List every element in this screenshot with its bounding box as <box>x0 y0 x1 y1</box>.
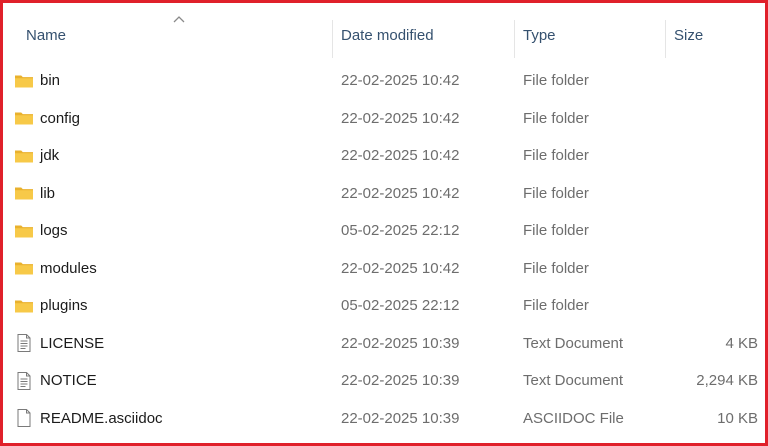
file-date-modified: 22-02-2025 10:42 <box>341 184 460 202</box>
file-date-modified: 22-02-2025 10:42 <box>341 72 460 89</box>
file-type: File folder <box>523 184 589 202</box>
file-row-bin[interactable]: bin 22-02-2025 10:42 File folder <box>6 62 762 99</box>
file-name-cell: LICENSE <box>14 325 104 362</box>
file-row-config[interactable]: config 22-02-2025 10:42 File folder <box>6 100 762 137</box>
file-size <box>666 62 758 99</box>
folder-icon <box>14 296 34 316</box>
file-date-modified: 22-02-2025 10:39 <box>341 409 460 427</box>
column-header-size-label: Size <box>674 26 704 44</box>
file-row-logs[interactable]: logs 05-02-2025 22:12 File folder <box>6 212 762 249</box>
column-header-name-label: Name <box>26 26 67 44</box>
file-row-notice[interactable]: NOTICE 22-02-2025 10:39 Text Document 2,… <box>6 362 762 399</box>
text-document-icon <box>14 333 34 353</box>
file-type: Text Document <box>523 372 624 389</box>
file-date-modified: 22-02-2025 10:39 <box>341 372 460 389</box>
file-date-modified: 05-02-2025 22:12 <box>341 222 460 239</box>
file-size <box>666 250 758 287</box>
file-name: NOTICE <box>40 372 97 389</box>
text-document-icon <box>14 371 34 391</box>
file-size: 2,294 KB <box>696 372 758 389</box>
file-type: Text Document <box>523 334 624 352</box>
file-size: 10 KB <box>717 409 758 427</box>
column-divider[interactable] <box>514 20 515 58</box>
file-date-modified: 22-02-2025 10:42 <box>341 147 460 164</box>
column-header-type[interactable]: Type <box>523 6 556 64</box>
file-row-plugins[interactable]: plugins 05-02-2025 22:12 File folder <box>6 287 762 324</box>
file-name: LICENSE <box>40 334 105 352</box>
file-name: lib <box>40 184 56 202</box>
file-name: plugins <box>40 297 88 314</box>
column-header-name[interactable]: Name <box>26 6 66 64</box>
file-type: File folder <box>523 297 589 314</box>
file-name-cell: README.asciidoc <box>14 400 163 437</box>
file-row-lib[interactable]: lib 22-02-2025 10:42 File folder <box>6 175 762 212</box>
file-date-modified: 22-02-2025 10:42 <box>341 109 460 127</box>
file-name-cell: NOTICE <box>14 362 97 399</box>
folder-icon <box>14 183 34 203</box>
file-name-cell: lib <box>14 175 55 212</box>
file-row-jdk[interactable]: jdk 22-02-2025 10:42 File folder <box>6 137 762 174</box>
file-size <box>666 137 758 174</box>
folder-icon <box>14 71 34 91</box>
file-type: File folder <box>523 109 589 127</box>
file-type: File folder <box>523 147 589 164</box>
file-name-cell: plugins <box>14 287 88 324</box>
file-type: File folder <box>523 259 589 277</box>
file-size <box>666 212 758 249</box>
file-name: modules <box>40 259 97 277</box>
column-header-type-label: Type <box>523 26 556 44</box>
file-row-readme-asciidoc[interactable]: README.asciidoc 22-02-2025 10:39 ASCIIDO… <box>6 400 762 437</box>
column-header-size[interactable]: Size <box>674 6 703 64</box>
file-date-modified: 05-02-2025 22:12 <box>341 297 460 314</box>
file-type: File folder <box>523 222 589 239</box>
file-size <box>666 100 758 137</box>
column-header-bar: Name Date modified Type Size <box>6 6 762 64</box>
file-size <box>666 287 758 324</box>
file-name: jdk <box>40 147 60 164</box>
file-name: config <box>40 109 81 127</box>
file-name: bin <box>40 72 61 89</box>
file-name: logs <box>40 222 68 239</box>
file-name-cell: logs <box>14 212 68 249</box>
column-divider[interactable] <box>665 20 666 58</box>
file-size: 4 KB <box>725 334 758 352</box>
folder-icon <box>14 258 34 278</box>
file-name-cell: modules <box>14 250 97 287</box>
file-name-cell: jdk <box>14 137 59 174</box>
file-list-frame: Name Date modified Type Size bin 22-02-2… <box>0 0 768 446</box>
file-row-license[interactable]: LICENSE 22-02-2025 10:39 Text Document 4… <box>6 325 762 362</box>
file-name-cell: config <box>14 100 80 137</box>
file-size <box>666 175 758 212</box>
file-date-modified: 22-02-2025 10:42 <box>341 259 460 277</box>
column-divider[interactable] <box>332 20 333 58</box>
file-name: README.asciidoc <box>40 409 163 427</box>
file-name-cell: bin <box>14 62 60 99</box>
column-header-date-label: Date modified <box>341 26 434 44</box>
file-type: File folder <box>523 72 589 89</box>
file-date-modified: 22-02-2025 10:39 <box>341 334 460 352</box>
file-row-modules[interactable]: modules 22-02-2025 10:42 File folder <box>6 250 762 287</box>
blank-file-icon <box>14 408 34 428</box>
file-type: ASCIIDOC File <box>523 409 624 427</box>
column-header-date-modified[interactable]: Date modified <box>341 6 434 64</box>
sort-ascending-chevron-icon <box>173 16 185 23</box>
folder-icon <box>14 146 34 166</box>
folder-icon <box>14 108 34 128</box>
folder-icon <box>14 221 34 241</box>
